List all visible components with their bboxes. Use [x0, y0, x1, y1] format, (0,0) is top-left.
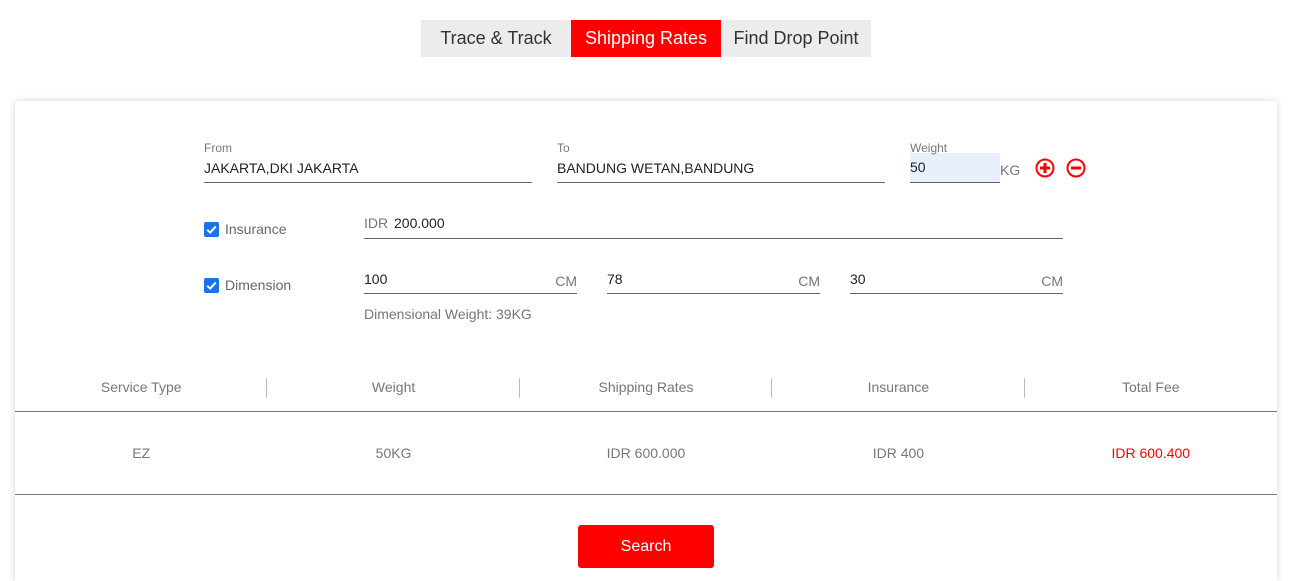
width-unit: CM [798, 273, 820, 289]
length-field[interactable]: 100 CM [364, 269, 577, 294]
header-total-fee: Total Fee [1121, 379, 1180, 395]
from-label: From [204, 141, 232, 155]
header-service-type: Service Type [15, 369, 268, 411]
weight-label: Weight [910, 141, 948, 155]
cell-service-type: EZ [132, 445, 151, 461]
to-label: To [557, 141, 570, 155]
weight-unit: KG [1000, 162, 1021, 178]
insurance-input[interactable]: 200.000 [394, 215, 445, 231]
to-input[interactable]: BANDUNG WETAN,BANDUNG [557, 160, 754, 176]
width-input[interactable]: 78 [607, 271, 623, 287]
cell-weight: 50KG [375, 445, 412, 461]
checkmark-icon [206, 225, 217, 234]
cell-total-fee: IDR 600.400 [1111, 445, 1191, 461]
dimension-label: Dimension [225, 277, 292, 293]
from-field[interactable]: From JAKARTA,DKI JAKARTA [204, 141, 532, 183]
rates-table-header: Service Type Weight Shipping Rates Insur… [15, 369, 1277, 412]
width-field[interactable]: 78 CM [607, 269, 820, 294]
length-input[interactable]: 100 [364, 271, 387, 287]
header-shipping-rates: Shipping Rates [520, 369, 773, 411]
decrease-weight-button[interactable] [1066, 158, 1086, 178]
plus-circle-icon [1035, 158, 1055, 178]
increase-weight-button[interactable] [1035, 158, 1055, 178]
checkmark-icon [206, 281, 217, 290]
cell-shipping-rates: IDR 600.000 [606, 445, 686, 461]
tab-trace-track[interactable]: Trace & Track [421, 20, 571, 57]
weight-field[interactable]: Weight 50 [910, 141, 1000, 183]
header-insurance: Insurance [772, 369, 1025, 411]
header-weight: Weight [267, 369, 520, 411]
table-row: EZ 50KG IDR 600.000 IDR 400 IDR 600.400 [15, 412, 1277, 495]
weight-input[interactable]: 50 [910, 153, 1000, 182]
from-input[interactable]: JAKARTA,DKI JAKARTA [204, 160, 359, 176]
insurance-field[interactable]: IDR 200.000 [364, 211, 1063, 239]
tab-bar: Trace & Track Shipping Rates Find Drop P… [421, 20, 871, 57]
length-unit: CM [555, 273, 577, 289]
insurance-currency-prefix: IDR [364, 215, 389, 231]
insurance-checkbox[interactable] [204, 221, 219, 237]
dimensional-weight-text: Dimensional Weight: 39KG [364, 306, 532, 322]
dimension-checkbox[interactable] [204, 277, 219, 293]
to-field[interactable]: To BANDUNG WETAN,BANDUNG [557, 141, 885, 183]
shipping-rates-card: From JAKARTA,DKI JAKARTA To BANDUNG WETA… [15, 101, 1277, 581]
tab-find-drop-point[interactable]: Find Drop Point [721, 20, 871, 57]
height-input[interactable]: 30 [850, 271, 866, 287]
cell-insurance: IDR 400 [872, 445, 925, 461]
tab-shipping-rates[interactable]: Shipping Rates [571, 20, 721, 57]
height-field[interactable]: 30 CM [850, 269, 1063, 294]
dimension-checkbox-row[interactable]: Dimension [204, 277, 291, 293]
insurance-label: Insurance [225, 221, 287, 237]
minus-circle-icon [1066, 158, 1086, 178]
height-unit: CM [1041, 273, 1063, 289]
insurance-checkbox-row[interactable]: Insurance [204, 221, 286, 237]
search-button[interactable]: Search [578, 525, 714, 568]
